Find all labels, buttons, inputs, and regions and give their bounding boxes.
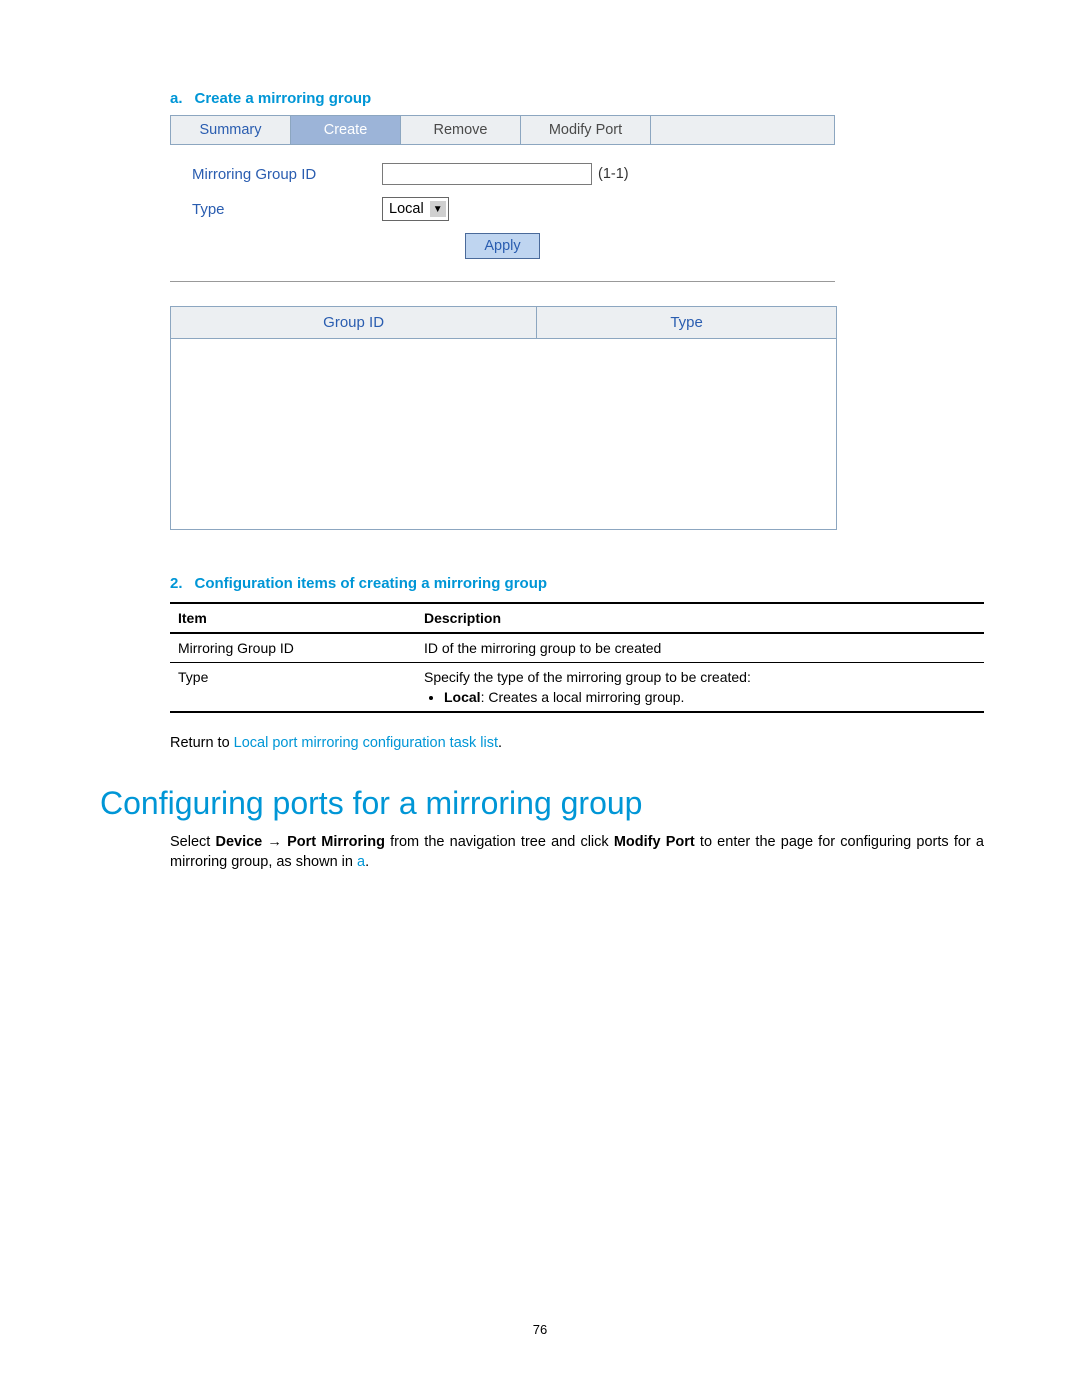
para-link-a[interactable]: a [357, 854, 365, 870]
figure-caption-a: a. Create a mirroring group [170, 90, 980, 107]
para-bold-device: Device [215, 834, 262, 850]
tab-create[interactable]: Create [291, 116, 401, 144]
cell-item-1: Mirroring Group ID [170, 633, 416, 663]
group-list-table: Group ID Type [170, 306, 837, 530]
header-description: Description [416, 603, 984, 633]
arrow-icon: → [262, 834, 287, 850]
desc-2-bullets: Local: Creates a local mirroring group. [424, 689, 976, 705]
table-row: Type Specify the type of the mirroring g… [170, 663, 984, 713]
caption2-number: 2. [170, 575, 183, 592]
return-line: Return to Local port mirroring configura… [170, 735, 980, 751]
tab-modify-port[interactable]: Modify Port [521, 116, 651, 144]
return-prefix: Return to [170, 735, 234, 751]
select-type[interactable]: Local ▼ [382, 197, 449, 221]
table-header-row: Item Description [170, 603, 984, 633]
table-body-empty [171, 339, 836, 529]
column-type[interactable]: Type [537, 307, 836, 338]
bullet-bold: Local [444, 689, 481, 705]
para-text: from the navigation tree and click [385, 834, 614, 850]
body-paragraph: Select Device → Port Mirroring from the … [170, 832, 984, 873]
apply-button[interactable]: Apply [465, 233, 539, 259]
cell-desc-2: Specify the type of the mirroring group … [416, 663, 984, 713]
tab-bar: Summary Create Remove Modify Port [170, 115, 835, 145]
select-type-value: Local [389, 201, 424, 217]
table-caption-2: 2. Configuration items of creating a mirr… [170, 575, 980, 592]
column-group-id[interactable]: Group ID [171, 307, 537, 338]
caption-text: Create a mirroring group [195, 90, 372, 107]
return-suffix: . [498, 735, 502, 751]
desc-2-bullet-item: Local: Creates a local mirroring group. [444, 689, 976, 705]
input-mirroring-group-id[interactable] [382, 163, 592, 185]
tab-summary[interactable]: Summary [171, 116, 291, 144]
return-link[interactable]: Local port mirroring configuration task … [234, 735, 498, 751]
chevron-down-icon: ▼ [430, 201, 446, 217]
form-area: Mirroring Group ID (1-1) Type Local ▼ Ap… [170, 145, 835, 267]
page-number: 76 [100, 1322, 980, 1337]
table-row: Mirroring Group ID ID of the mirroring g… [170, 633, 984, 663]
desc-2-line: Specify the type of the mirroring group … [424, 669, 751, 685]
screenshot-create-mirroring-group: Summary Create Remove Modify Port Mirror… [170, 115, 835, 282]
para-text: . [365, 854, 369, 870]
caption-letter: a. [170, 90, 183, 107]
cell-item-2: Type [170, 663, 416, 713]
table-header: Group ID Type [171, 307, 836, 339]
para-bold-port-mirroring: Port Mirroring [287, 834, 385, 850]
label-mirroring-group-id: Mirroring Group ID [192, 166, 382, 183]
caption2-text: Configuration items of creating a mirror… [195, 575, 548, 592]
para-text: Select [170, 834, 215, 850]
divider [170, 281, 835, 282]
bullet-rest: : Creates a local mirroring group. [481, 689, 685, 705]
label-type: Type [192, 201, 382, 218]
description-table: Item Description Mirroring Group ID ID o… [170, 602, 984, 713]
tab-remove[interactable]: Remove [401, 116, 521, 144]
range-text: (1-1) [598, 166, 629, 182]
heading-configuring-ports: Configuring ports for a mirroring group [100, 785, 980, 822]
tab-spacer [651, 116, 834, 144]
header-item: Item [170, 603, 416, 633]
cell-desc-1: ID of the mirroring group to be created [416, 633, 984, 663]
para-bold-modify-port: Modify Port [614, 834, 695, 850]
